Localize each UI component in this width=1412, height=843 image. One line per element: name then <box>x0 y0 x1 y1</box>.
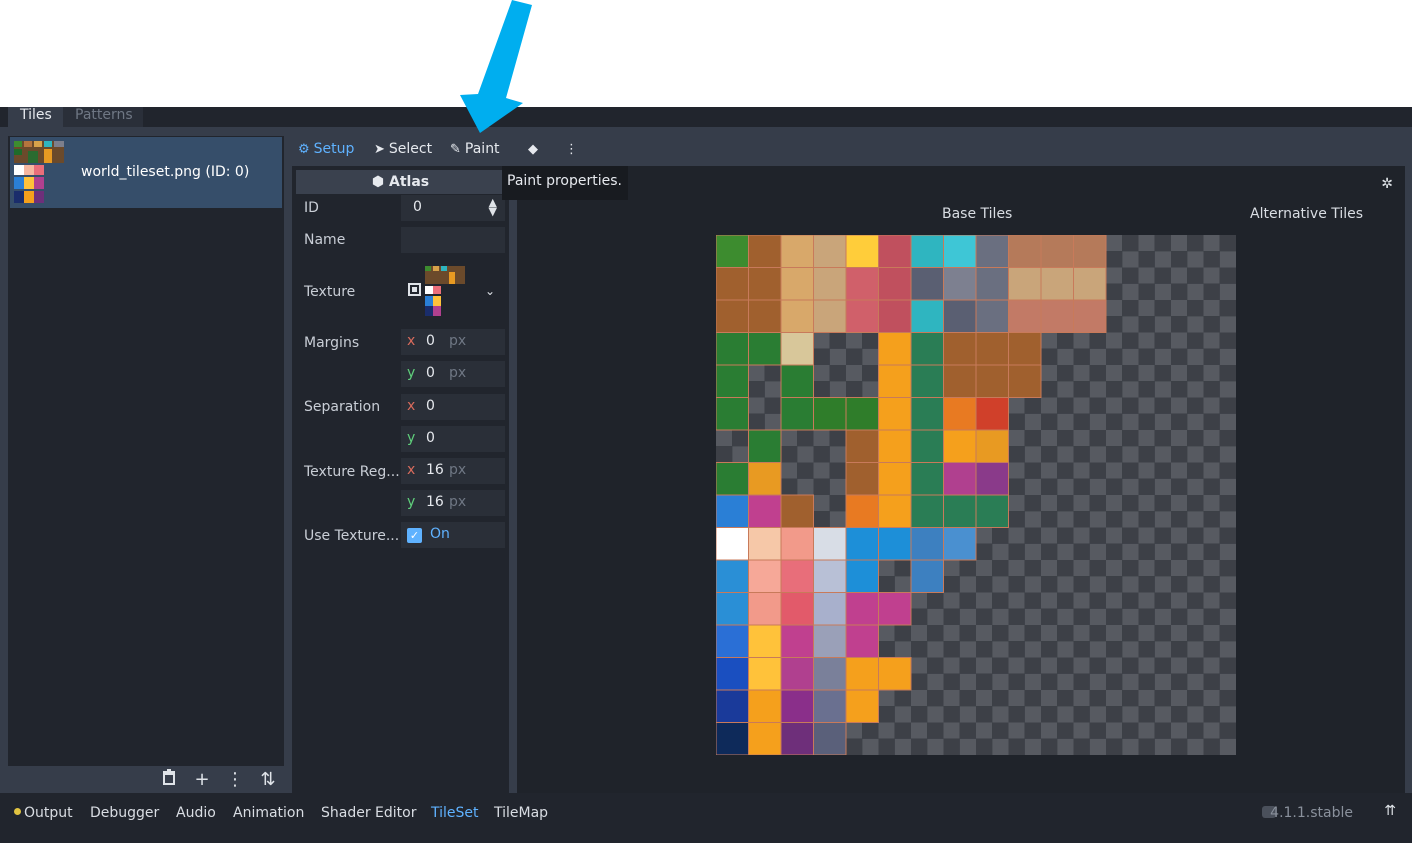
name-label: Name <box>304 232 346 248</box>
tileset-thumbnail <box>14 141 64 203</box>
output-label: Output <box>24 805 73 821</box>
checkbox-icon[interactable]: ✓ <box>407 528 422 543</box>
pin-panel-icon[interactable]: ⇈ <box>1384 803 1396 819</box>
eraser-button[interactable]: ◆ <box>528 138 542 160</box>
tileset-editor: Tiles Patterns world_tileset.png (ID: 0)… <box>0 107 1412 843</box>
texture-preview[interactable] <box>425 266 465 316</box>
sources-toolbar: + ⋮ ⇅ <box>8 767 284 793</box>
chevron-down-icon[interactable]: ⌄ <box>485 284 495 298</box>
unit-label: px <box>449 494 467 510</box>
bottom-tab-debugger[interactable]: Debugger <box>90 805 159 821</box>
id-spinbox[interactable]: 0 ▲ ▼ <box>401 195 505 221</box>
separation-y-field[interactable]: y 0 <box>401 426 505 452</box>
status-dot-icon <box>14 808 21 815</box>
setup-button[interactable]: ⚙ Setup <box>298 138 354 160</box>
use-texture-label: Use Texture... <box>304 528 400 544</box>
sort-icon[interactable]: ⇅ <box>257 769 279 791</box>
id-value: 0 <box>413 199 422 215</box>
use-texture-value: On <box>430 526 450 542</box>
region-x-field[interactable]: x 16 px <box>401 458 505 484</box>
bottom-panel-bar: Output Debugger Audio Animation Shader E… <box>0 793 1412 843</box>
bottom-tab-tileset[interactable]: TileSet <box>431 805 479 821</box>
tab-tiles[interactable]: Tiles <box>8 107 63 127</box>
source-label: world_tileset.png (ID: 0) <box>81 164 250 180</box>
cube-icon: ⬢ <box>371 174 389 190</box>
sources-list: world_tileset.png (ID: 0) <box>8 136 284 766</box>
axis-y-label: y <box>407 365 416 381</box>
center-view-icon[interactable]: ✲ <box>1381 176 1393 192</box>
margins-y-value: 0 <box>426 365 435 381</box>
margins-x-value: 0 <box>426 333 435 349</box>
margins-y-field[interactable]: y 0 px <box>401 361 505 387</box>
unit-label: px <box>449 462 467 478</box>
margins-label: Margins <box>304 335 360 351</box>
axis-y-label: y <box>407 430 416 446</box>
select-label: Select <box>388 141 433 157</box>
tab-bar: Tiles Patterns <box>0 107 1412 127</box>
atlas-tile-grid[interactable] <box>716 235 1236 755</box>
separation-x-value: 0 <box>426 398 435 414</box>
tab-patterns[interactable]: Patterns <box>63 107 143 127</box>
name-field[interactable] <box>401 227 505 253</box>
atlas-view[interactable]: Base Tiles Alternative Tiles ✲ <box>517 166 1405 793</box>
region-y-field[interactable]: y 16 px <box>401 490 505 516</box>
bottom-tab-animation[interactable]: Animation <box>233 805 304 821</box>
select-button[interactable]: ➤ Select <box>374 138 432 160</box>
source-item[interactable]: world_tileset.png (ID: 0) <box>10 137 282 208</box>
bottom-tab-shader-editor[interactable]: Shader Editor <box>321 805 416 821</box>
texture-resource-icon <box>408 283 422 297</box>
axis-x-label: x <box>407 333 416 349</box>
version-label: 4.1.1.stable <box>1270 805 1353 821</box>
toolbar-menu-button[interactable]: ⋮ <box>565 138 582 160</box>
id-label: ID <box>304 200 319 216</box>
atlas-inspector: ⬢ Atlas ID 0 ▲ ▼ Name Texture ⌄ Margins … <box>292 166 509 793</box>
margins-x-field[interactable]: x 0 px <box>401 329 505 355</box>
paint-button[interactable]: ✎ Paint <box>450 138 500 160</box>
bottom-tab-tilemap[interactable]: TileMap <box>494 805 548 821</box>
kebab-menu-icon[interactable]: ⋮ <box>224 769 246 791</box>
alternative-tiles-title: Alternative Tiles <box>1250 206 1364 222</box>
setup-label: Setup <box>313 141 355 157</box>
eraser-icon: ◆ <box>528 142 538 157</box>
base-tiles-title: Base Tiles <box>942 206 1013 222</box>
spinner-arrows-icon[interactable]: ▲ ▼ <box>489 197 497 217</box>
axis-x-label: x <box>407 398 416 414</box>
kebab-menu-icon: ⋮ <box>565 142 578 157</box>
bottom-tab-audio[interactable]: Audio <box>176 805 216 821</box>
region-x-value: 16 <box>426 462 444 478</box>
paint-tooltip: Paint properties. <box>502 166 628 200</box>
atlas-section-header[interactable]: ⬢ Atlas <box>296 170 505 194</box>
setup-icon: ⚙ <box>298 142 310 157</box>
brush-icon: ✎ <box>450 142 461 157</box>
plus-icon[interactable]: + <box>191 769 213 791</box>
trash-icon[interactable] <box>158 769 180 791</box>
unit-label: px <box>449 365 467 381</box>
axis-y-label: y <box>407 494 416 510</box>
paint-label: Paint <box>464 141 500 157</box>
region-y-value: 16 <box>426 494 444 510</box>
unit-label: px <box>449 333 467 349</box>
page-margin <box>0 0 1412 107</box>
separation-label: Separation <box>304 399 381 415</box>
axis-x-label: x <box>407 462 416 478</box>
cursor-icon: ➤ <box>374 142 385 157</box>
bottom-tab-output[interactable]: Output <box>14 805 73 821</box>
atlas-header-label: Atlas <box>389 174 430 190</box>
separation-x-field[interactable]: x 0 <box>401 394 505 420</box>
texture-label: Texture <box>304 284 356 300</box>
separation-y-value: 0 <box>426 430 435 446</box>
main-panel: world_tileset.png (ID: 0) + ⋮ ⇅ ⚙ Setup ➤… <box>0 127 1412 793</box>
use-texture-toggle[interactable]: ✓ On <box>401 522 505 548</box>
texture-region-label: Texture Reg... <box>304 464 400 480</box>
